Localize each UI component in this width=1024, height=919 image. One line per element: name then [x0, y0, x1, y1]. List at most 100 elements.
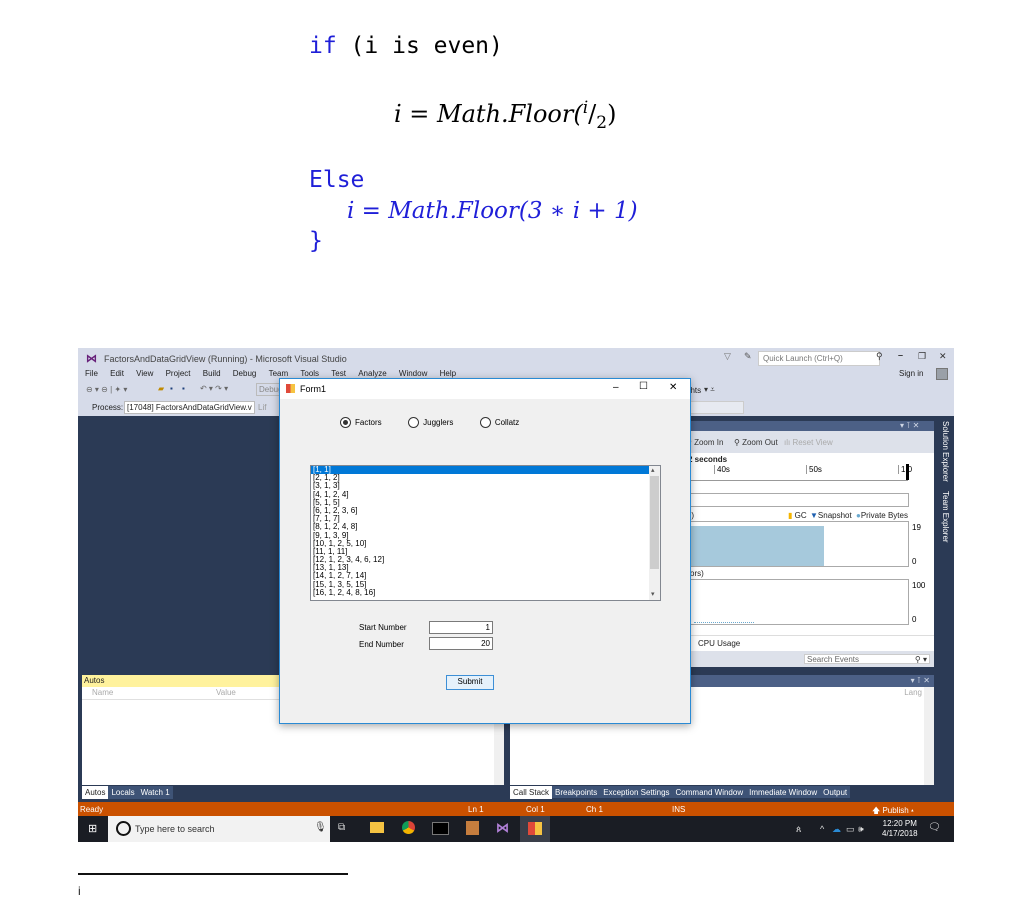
menu-analyze[interactable]: Analyze — [358, 369, 386, 378]
memory-graph[interactable] — [684, 521, 909, 567]
stack-frame-dropdown[interactable] — [682, 401, 744, 414]
side-tab-solution-explorer[interactable]: Solution Explorer — [938, 421, 950, 487]
back-forward-icons[interactable]: ⊖ ▾ ⊖ | ✦ ▾ — [86, 385, 127, 394]
end-number-input[interactable]: 20 — [429, 637, 493, 650]
timeline-ruler[interactable]: 40s 50s 1:0 — [684, 464, 912, 481]
form1-close-button[interactable]: ✕ — [669, 382, 677, 393]
show-hidden-icons[interactable]: ^ — [820, 824, 824, 834]
form-app-taskbar-button[interactable] — [520, 816, 550, 842]
quick-launch-input[interactable]: Quick Launch (Ctrl+Q) — [758, 351, 880, 366]
column-value[interactable]: Value — [216, 688, 236, 697]
menu-window[interactable]: Window — [399, 369, 427, 378]
column-name[interactable]: Name — [92, 688, 113, 697]
radio-factors[interactable]: Factors — [340, 417, 382, 428]
menu-file[interactable]: File — [85, 369, 98, 378]
side-tab-team-explorer[interactable]: Team Explorer — [938, 491, 950, 557]
menu-view[interactable]: View — [136, 369, 153, 378]
submit-button[interactable]: Submit — [446, 675, 494, 690]
microphone-icon[interactable]: 🎙 — [314, 822, 327, 833]
menu-project[interactable]: Project — [166, 369, 191, 378]
list-item[interactable]: [6, 1, 2, 3, 6] — [311, 506, 660, 515]
close-button[interactable]: ✕ — [939, 351, 947, 362]
lifecycle-dropdown[interactable]: Lif — [258, 403, 266, 412]
tab-locals[interactable]: Locals — [108, 786, 138, 799]
zoom-in-button[interactable]: ⚲ Zoom In — [686, 438, 723, 447]
list-item[interactable]: [4, 1, 2, 4] — [311, 490, 660, 499]
form1-maximize-button[interactable]: ☐ — [639, 381, 648, 392]
feedback-icon[interactable]: ✎ — [744, 351, 752, 362]
tab-command-window[interactable]: Command Window — [673, 786, 747, 799]
radio-collatz[interactable]: Collatz — [479, 417, 519, 428]
callstack-scrollbar[interactable] — [924, 687, 934, 785]
search-events-icon[interactable]: ⚲ ▾ — [915, 655, 927, 665]
footnote-separator — [78, 873, 348, 875]
radio-jugglers[interactable]: Jugglers — [408, 417, 453, 428]
restore-button[interactable]: ❐ — [918, 351, 926, 362]
menu-test[interactable]: Test — [331, 369, 346, 378]
tab-immediate-window[interactable]: Immediate Window — [746, 786, 820, 799]
menu-edit[interactable]: Edit — [110, 369, 124, 378]
app-installer-icon[interactable] — [466, 821, 479, 835]
listbox-scrollbar[interactable]: ▴ ▾ — [649, 466, 660, 600]
windows-start-icon[interactable]: ⊞ — [88, 822, 97, 835]
list-item[interactable]: [12, 1, 2, 3, 4, 6, 12] — [311, 555, 660, 564]
cpu-graph[interactable] — [684, 579, 909, 625]
save-icon[interactable]: ▪ — [170, 384, 173, 393]
tab-watch-1[interactable]: Watch 1 — [137, 786, 173, 799]
terminal-icon[interactable] — [432, 822, 449, 835]
column-language[interactable]: Lang — [904, 688, 922, 697]
sign-in-link[interactable]: Sign in — [899, 369, 923, 378]
people-icon[interactable]: ጰ — [796, 824, 801, 835]
list-item[interactable]: [2, 1, 2] — [311, 473, 660, 482]
diagnostics-window-controls[interactable]: ▾ ⊺ ✕ — [900, 421, 919, 430]
list-item[interactable]: [8, 1, 2, 4, 8] — [311, 523, 660, 531]
start-number-input[interactable]: 1 — [429, 621, 493, 634]
menu-team[interactable]: Team — [269, 369, 289, 378]
volume-icon[interactable]: 🕪 — [858, 824, 864, 835]
timeline-cursor[interactable] — [906, 464, 909, 480]
search-events-input[interactable]: Search Events ⚲ ▾ — [804, 654, 930, 664]
scroll-down-icon[interactable]: ▾ — [651, 590, 655, 598]
zoom-out-button[interactable]: ⚲ Zoom Out — [734, 438, 778, 447]
insights-chevron-icon[interactable]: ▾ ⩡ — [704, 385, 715, 395]
battery-icon[interactable]: ▭ — [846, 824, 855, 835]
form1-minimize-button[interactable]: – — [613, 382, 619, 393]
list-item[interactable]: [16, 1, 2, 4, 8, 16] — [311, 588, 660, 597]
callstack-window-controls[interactable]: ▾ ⊺ ✕ — [911, 676, 930, 685]
tab-call-stack[interactable]: Call Stack — [510, 786, 553, 799]
tab-cpu-usage[interactable]: CPU Usage — [698, 639, 740, 648]
menu-build[interactable]: Build — [203, 369, 221, 378]
process-dropdown[interactable]: [17048] FactorsAndDataGridView.v — [124, 401, 255, 414]
tab-exception-settings[interactable]: Exception Settings — [600, 786, 672, 799]
list-item[interactable]: [1, 1] — [311, 466, 660, 475]
search-icon[interactable]: ⚲ — [876, 351, 883, 362]
results-listbox[interactable]: [1, 1] [2, 1, 2] [3, 1, 3] [4, 1, 2, 4] [5, … — [310, 465, 661, 601]
open-folder-icon[interactable]: ▰ — [158, 384, 164, 393]
onedrive-icon[interactable]: ☁ — [832, 824, 841, 835]
minimize-button[interactable]: – — [898, 350, 903, 360]
scroll-thumb[interactable] — [650, 476, 659, 569]
list-item[interactable]: [3, 1, 3] — [311, 482, 660, 490]
clock[interactable]: 12:20 PM 4/17/2018 — [882, 819, 918, 839]
account-avatar-icon[interactable] — [936, 368, 948, 380]
list-item[interactable]: [7, 1, 7] — [311, 514, 660, 523]
tab-breakpoints[interactable]: Breakpoints — [552, 786, 600, 799]
list-item[interactable]: [5, 1, 5] — [311, 498, 660, 507]
task-view-icon[interactable]: ⧉ — [338, 822, 345, 833]
filter-icon[interactable]: ▽ — [724, 351, 731, 362]
undo-redo-icons[interactable]: ↶ ▾ ↷ ▾ — [200, 384, 228, 393]
scroll-up-icon[interactable]: ▴ — [651, 466, 655, 474]
taskbar-search-box[interactable]: Type here to search 🎙 — [108, 816, 330, 842]
menu-debug[interactable]: Debug — [233, 369, 257, 378]
chrome-icon[interactable] — [402, 821, 415, 834]
file-explorer-icon[interactable] — [370, 822, 384, 833]
menu-help[interactable]: Help — [440, 369, 456, 378]
action-center-icon[interactable]: 🗨 — [928, 822, 941, 833]
tab-autos[interactable]: Autos — [82, 786, 109, 799]
save-all-icon[interactable]: ▪ — [182, 384, 185, 393]
menu-tools[interactable]: Tools — [300, 369, 319, 378]
tab-output[interactable]: Output — [820, 786, 850, 799]
list-item[interactable]: [10, 1, 2, 5, 10] — [311, 539, 660, 548]
reset-view-button[interactable]: ılı Reset View — [784, 438, 833, 447]
visual-studio-taskbar-icon[interactable]: ⋈ — [496, 820, 509, 836]
